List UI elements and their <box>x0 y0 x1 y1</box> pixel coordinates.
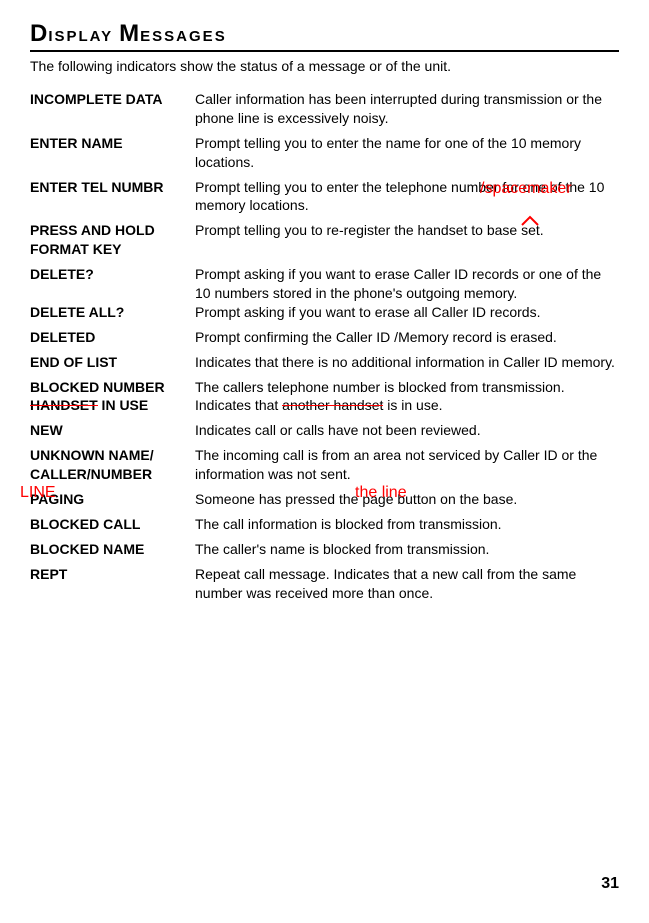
entry-row: INCOMPLETE DATA Caller information has b… <box>30 90 619 128</box>
annotation-line: LINE <box>20 484 56 502</box>
entry-row: PRESS AND HOLD FORMAT KEY Prompt telling… <box>30 221 619 259</box>
entry-term: DELETE? <box>30 265 195 303</box>
entry-desc: Prompt asking if you want to erase all C… <box>195 303 619 322</box>
entry-term: DELETED <box>30 328 195 347</box>
page-number: 31 <box>601 875 619 893</box>
entry-desc: The caller's name is blocked from transm… <box>195 540 619 559</box>
entry-row: REPT Repeat call message. Indicates that… <box>30 565 619 603</box>
entry-term: NEW <box>30 421 195 440</box>
entry-row: BLOCKED NUMBER The callers telephone num… <box>30 378 619 397</box>
entry-term: REPT <box>30 565 195 603</box>
caret-icon <box>520 215 540 227</box>
term-plain: IN USE <box>98 397 149 413</box>
entry-row: HANDSET IN USE Indicates that another ha… <box>30 396 619 415</box>
entry-row: END OF LIST Indicates that there is no a… <box>30 353 619 372</box>
entry-term: UNKNOWN NAME/ CALLER/NUMBER <box>30 446 195 484</box>
entry-desc: Caller information has been interrupted … <box>195 90 619 128</box>
title-w2-first: M <box>119 20 140 47</box>
desc-pre: Indicates that <box>195 397 282 413</box>
entry-row: PAGING Someone has pressed the page butt… <box>30 490 619 509</box>
entry-term: BLOCKED NAME <box>30 540 195 559</box>
desc-post: is in use. <box>383 397 442 413</box>
entry-row: DELETE ALL? Prompt asking if you want to… <box>30 303 619 322</box>
title-w1-rest: ISPLAY <box>48 28 113 45</box>
entry-term: BLOCKED NUMBER <box>30 378 195 397</box>
entry-term: ENTER TEL NUMBR <box>30 178 195 216</box>
annotation-caret <box>520 215 540 227</box>
entry-row: BLOCKED NAME The caller's name is blocke… <box>30 540 619 559</box>
section-title-wrap: DISPLAY MESSAGES <box>30 20 619 52</box>
entry-row: DELETED Prompt confirming the Caller ID … <box>30 328 619 347</box>
annotation-theline: the line <box>355 484 407 502</box>
entry-term: END OF LIST <box>30 353 195 372</box>
entry-desc: Repeat call message. Indicates that a ne… <box>195 565 619 603</box>
desc-strike: another handset <box>282 397 383 413</box>
entry-desc: Prompt confirming the Caller ID /Memory … <box>195 328 619 347</box>
annotation-spacemaker: /spacemaker <box>480 180 572 198</box>
entry-row: NEW Indicates call or calls have not bee… <box>30 421 619 440</box>
entry-row: DELETE? Prompt asking if you want to era… <box>30 265 619 303</box>
entry-desc: Indicates call or calls have not been re… <box>195 421 619 440</box>
intro-text: The following indicators show the status… <box>30 58 619 74</box>
entry-term: PRESS AND HOLD FORMAT KEY <box>30 221 195 259</box>
entry-term: BLOCKED CALL <box>30 515 195 534</box>
entry-desc: The callers telephone number is blocked … <box>195 378 619 397</box>
entry-term: ENTER NAME <box>30 134 195 172</box>
entry-desc: Indicates that there is no additional in… <box>195 353 619 372</box>
entry-desc: The incoming call is from an area not se… <box>195 446 619 484</box>
entry-term: HANDSET IN USE <box>30 396 195 415</box>
title-w1-first: D <box>30 20 48 47</box>
entry-row: BLOCKED CALL The call information is blo… <box>30 515 619 534</box>
entry-term: INCOMPLETE DATA <box>30 90 195 128</box>
entry-row: UNKNOWN NAME/ CALLER/NUMBER The incoming… <box>30 446 619 484</box>
section-title: DISPLAY MESSAGES <box>30 20 619 48</box>
entry-desc: Prompt asking if you want to erase Calle… <box>195 265 619 303</box>
entry-term: DELETE ALL? <box>30 303 195 322</box>
entry-desc: Prompt telling you to re-register the ha… <box>195 221 619 259</box>
term-strike: HANDSET <box>30 397 98 413</box>
entry-desc: Someone has pressed the page button on t… <box>195 490 619 509</box>
entry-desc: The call information is blocked from tra… <box>195 515 619 534</box>
entry-desc: Prompt telling you to enter the name for… <box>195 134 619 172</box>
entry-row: ENTER NAME Prompt telling you to enter t… <box>30 134 619 172</box>
entry-desc: Indicates that another handset is in use… <box>195 396 619 415</box>
title-w2-rest: ESSAGES <box>140 28 227 45</box>
